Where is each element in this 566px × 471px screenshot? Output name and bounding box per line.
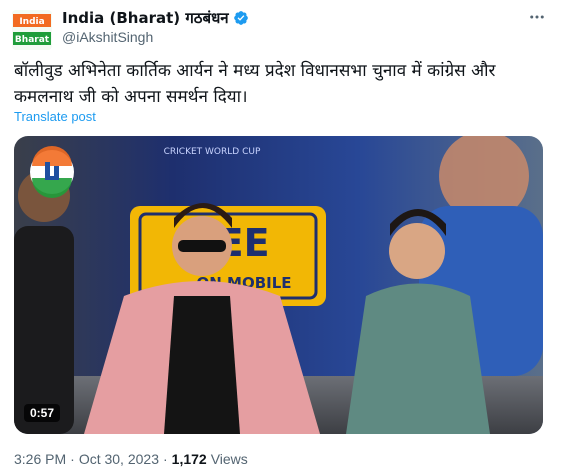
author-display-name[interactable]: India (Bharat) गठबंधन [62,8,229,28]
meta-separator: · [70,451,75,467]
avatar-text-bharat: Bharat [15,35,50,45]
author-row: India (Bharat) गठबंधन [62,8,249,28]
tweet-meta: 3:26 PM · Oct 30, 2023 · 1,172 Views [14,451,248,467]
tweet-time[interactable]: 3:26 PM [14,451,66,467]
video-duration: 0:57 [24,404,61,422]
congress-logo-icon [30,146,74,198]
tweet-text: बॉलीवुड अभिनेता कार्तिक आर्यन ने मध्य प्… [14,61,496,107]
meta-separator: · [162,451,168,467]
views-label: Views [210,451,248,467]
translate-post-link[interactable]: Translate post [14,109,96,124]
video-player[interactable]: CRICKET WORLD CUP REE ON MOBILE [14,136,543,434]
verified-badge-icon [233,11,248,25]
tweet: India Bharat India (Bharat) गठबंधन @iAks… [0,0,566,471]
more-options-icon[interactable] [526,6,548,28]
author-handle[interactable]: @iAkshitSingh [62,29,153,45]
banner-top-text: CRICKET WORLD CUP [164,147,261,157]
avatar-text-india: India [19,17,44,27]
tweet-date[interactable]: Oct 30, 2023 [79,451,159,467]
avatar[interactable]: India Bharat [12,10,52,50]
views-count: 1,172 [171,451,207,467]
video-frame: CRICKET WORLD CUP REE ON MOBILE [14,136,543,434]
